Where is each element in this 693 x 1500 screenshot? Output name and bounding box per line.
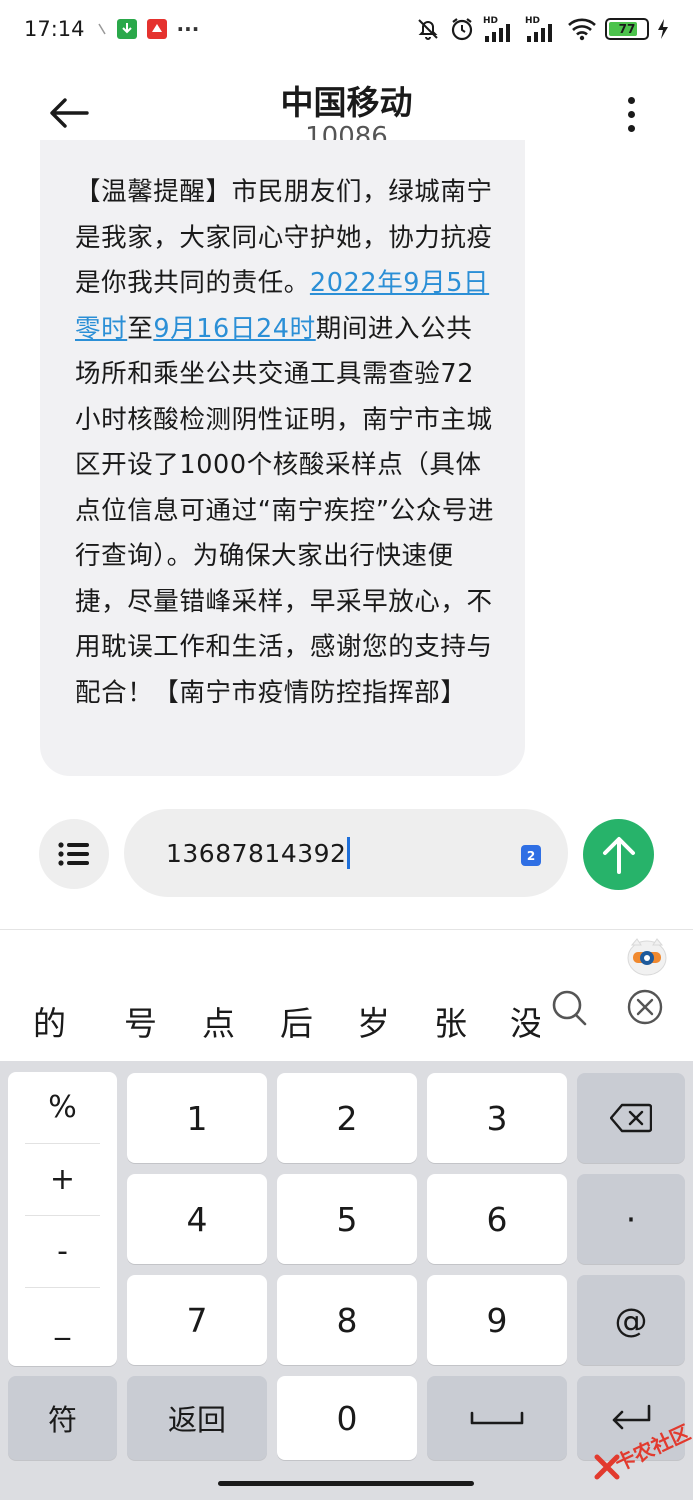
candidate-word[interactable]: 号 xyxy=(124,997,157,1045)
candidate-word[interactable]: 岁 xyxy=(357,997,390,1045)
key-7[interactable]: 7 xyxy=(127,1275,267,1365)
symbol-column: % + - _ xyxy=(8,1072,117,1366)
candidate-word[interactable]: 点 xyxy=(202,997,235,1045)
candidate-word[interactable]: 的 xyxy=(33,997,66,1045)
text-caret xyxy=(347,837,351,869)
send-arrow-up-icon xyxy=(602,836,635,874)
small-arrow-icon xyxy=(97,23,106,35)
key-2[interactable]: 2 xyxy=(277,1073,417,1163)
more-dot xyxy=(627,110,635,118)
symbol-key[interactable]: _ xyxy=(8,1288,117,1358)
message-text-segment: 期间进入公共场所和乘坐公共交通工具需查验72小时核酸检测阴性证明，南宁市主城区开… xyxy=(75,313,495,708)
alarm-icon xyxy=(451,18,473,41)
home-indicator[interactable] xyxy=(218,1481,474,1486)
send-button[interactable] xyxy=(583,819,654,890)
symbol-key[interactable]: + xyxy=(8,1144,117,1214)
status-notification-icons: ··· xyxy=(97,17,200,41)
space-icon xyxy=(470,1411,524,1425)
message-input[interactable]: 13687814392 2 xyxy=(124,809,568,897)
dot-key[interactable]: · xyxy=(577,1174,685,1264)
key-1[interactable]: 1 xyxy=(127,1073,267,1163)
candidate-word[interactable]: 张 xyxy=(434,997,467,1045)
return-key[interactable]: 返回 xyxy=(127,1376,267,1460)
symbol-key[interactable]: % xyxy=(8,1072,117,1142)
key-5[interactable]: 5 xyxy=(277,1174,417,1264)
more-options-button[interactable] xyxy=(613,88,649,140)
status-bar: 17:14 ··· HD HD 77 xyxy=(0,0,693,58)
wifi-icon xyxy=(568,18,596,41)
key-9[interactable]: 9 xyxy=(427,1275,567,1365)
key-8[interactable]: 8 xyxy=(277,1275,417,1365)
battery-icon: 77 xyxy=(605,18,649,40)
backspace-key[interactable] xyxy=(577,1073,685,1163)
sim-card-badge[interactable]: 2 xyxy=(521,845,541,866)
signal-2-icon: HD xyxy=(525,16,559,42)
mute-bell-icon xyxy=(418,19,438,40)
watermark-text: 卡农社区 xyxy=(611,1420,693,1476)
watermark-logo: 卡农社区 xyxy=(592,1410,693,1490)
space-key[interactable] xyxy=(427,1376,567,1460)
download-app-icon xyxy=(116,19,137,39)
composer-menu-button[interactable] xyxy=(39,819,109,889)
message-text-segment: 至 xyxy=(127,313,154,344)
message-input-value: 13687814392 xyxy=(166,838,347,868)
backspace-icon xyxy=(610,1103,652,1133)
status-time: 17:14 xyxy=(24,17,85,41)
ime-candidate-bar: 的 号 点 后 岁 张 没 xyxy=(0,985,693,1061)
battery-level: 77 xyxy=(618,22,636,36)
contact-name: 中国移动 xyxy=(280,83,413,122)
candidate-word-clipped-text: 没 xyxy=(510,1004,540,1043)
candidate-word[interactable]: 后 xyxy=(280,997,313,1045)
more-dot xyxy=(627,96,635,104)
key-0[interactable]: 0 xyxy=(277,1376,417,1460)
ime-close-icon[interactable] xyxy=(624,985,666,1031)
symbol-key[interactable]: - xyxy=(8,1216,117,1286)
charging-icon xyxy=(658,19,668,39)
status-right-icons: HD HD 77 xyxy=(415,16,669,42)
incoming-message-bubble: 【温馨提醒】市民朋友们，绿城南宁是我家，大家同心守护她，协力抗疫是你我共同的责任… xyxy=(40,140,525,776)
red-app-icon xyxy=(146,19,167,39)
candidate-word-clipped[interactable]: 没 xyxy=(510,997,540,1043)
numeric-keyboard: % + - _ 1 2 3 4 5 6 · 7 8 9 @ 符 返回 0 xyxy=(0,1061,693,1500)
ime-mascot-icon[interactable] xyxy=(626,935,668,977)
message-text: 【温馨提醒】市民朋友们，绿城南宁是我家，大家同心守护她，协力抗疫是你我共同的责任… xyxy=(75,170,495,716)
key-6[interactable]: 6 xyxy=(427,1174,567,1264)
list-icon xyxy=(58,842,89,866)
signal-1-icon: HD xyxy=(483,16,517,42)
symbol-switch-key[interactable]: 符 xyxy=(8,1376,117,1460)
key-4[interactable]: 4 xyxy=(127,1174,267,1264)
key-3[interactable]: 3 xyxy=(427,1073,567,1163)
keyboard-divider xyxy=(0,929,693,930)
more-notifications-icon: ··· xyxy=(176,17,200,41)
at-key[interactable]: @ xyxy=(577,1275,685,1365)
date-link[interactable]: 9月16日24时 xyxy=(153,314,315,344)
ime-search-icon[interactable] xyxy=(548,985,590,1031)
more-dot xyxy=(627,124,635,132)
